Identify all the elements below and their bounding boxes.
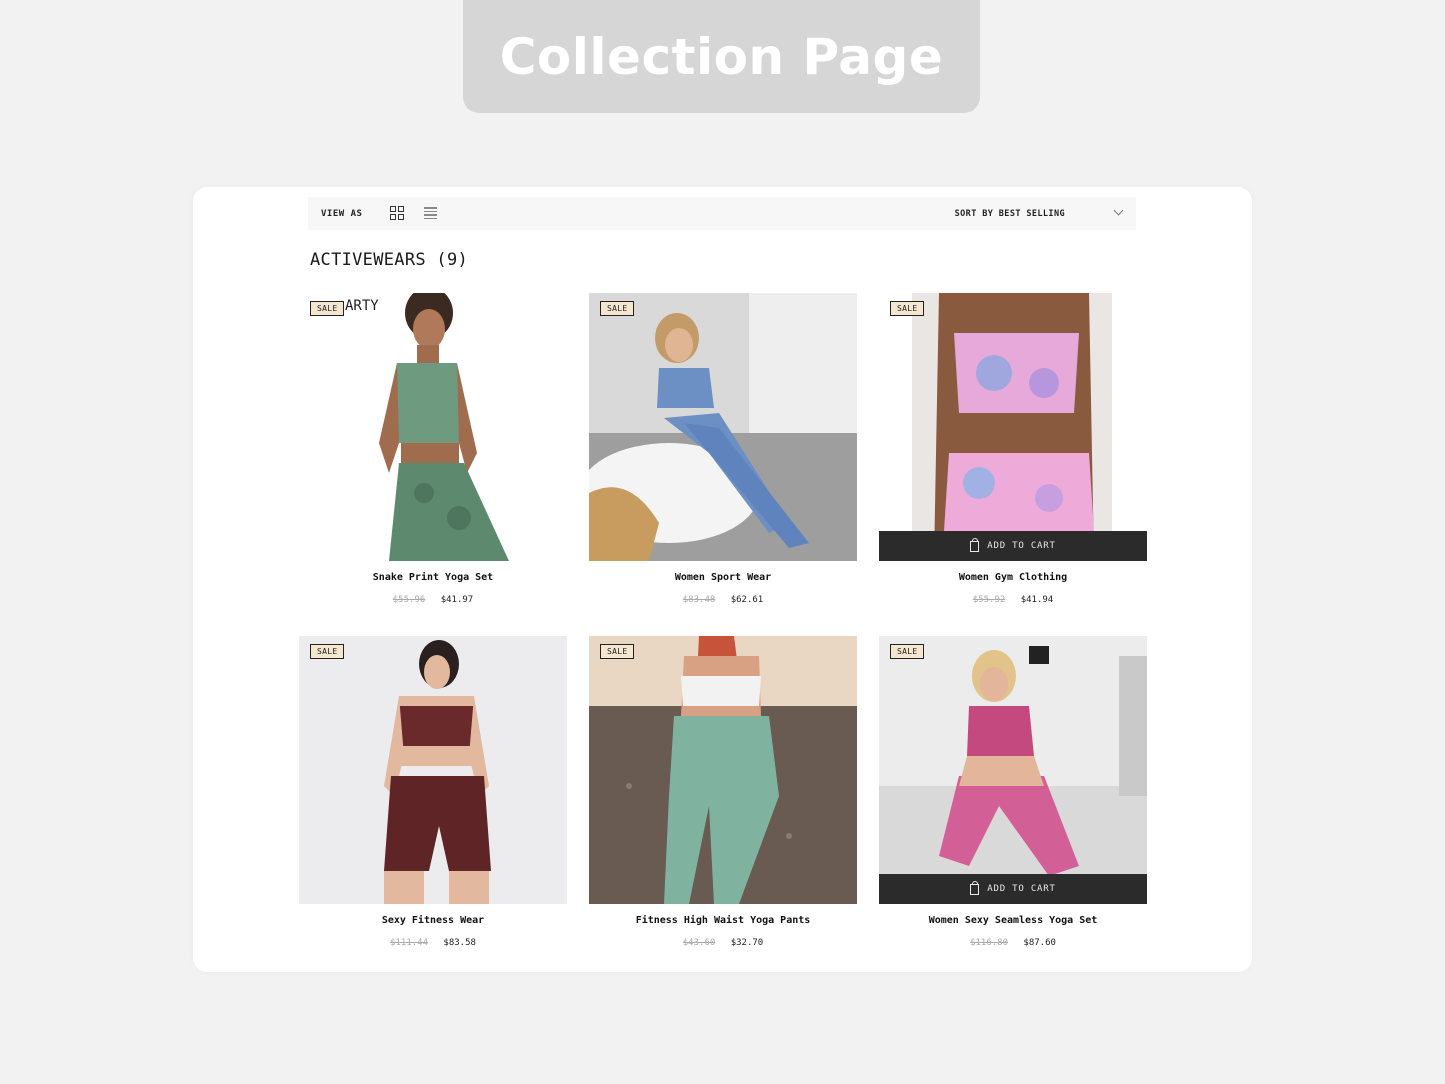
collection-title: ACTIVEWEARS (9) xyxy=(310,250,469,270)
product-photo xyxy=(879,293,1147,561)
sale-price: $62.61 xyxy=(730,595,764,605)
product-image[interactable]: SALE xyxy=(299,636,567,904)
overlap-text: ARTY xyxy=(345,298,379,314)
product-card[interactable]: SALE Sexy Fitness Wear $111.44 $83.58 xyxy=(299,636,567,948)
compare-at-price: $111.44 xyxy=(390,938,428,948)
price-row: $55.92 $41.94 xyxy=(879,595,1147,605)
product-name[interactable]: Sexy Fitness Wear xyxy=(299,915,567,926)
sale-badge: SALE xyxy=(890,301,925,316)
sale-price: $87.60 xyxy=(1023,938,1056,948)
sale-price: $32.70 xyxy=(730,938,764,948)
sale-badge: SALE xyxy=(310,644,345,659)
product-photo xyxy=(299,293,567,561)
collection-page-banner: Collection Page xyxy=(463,0,980,113)
chevron-down-icon[interactable] xyxy=(1113,205,1124,216)
sale-badge: SALE xyxy=(310,301,345,316)
product-name[interactable]: Snake Print Yoga Set xyxy=(299,572,567,583)
list-view-icon[interactable] xyxy=(424,207,437,219)
product-photo xyxy=(299,636,567,904)
add-to-cart-label: ADD TO CART xyxy=(987,541,1056,551)
product-image[interactable]: SALE ADD TO CART xyxy=(879,293,1147,561)
product-photo xyxy=(879,636,1147,904)
view-as-label: VIEW AS xyxy=(321,208,363,219)
product-card[interactable]: SALE Women Sport Wear $83.48 $62.61 xyxy=(589,293,857,605)
sale-price: $41.94 xyxy=(1020,595,1054,605)
sale-badge: SALE xyxy=(600,301,635,316)
sale-price: $83.58 xyxy=(443,938,476,948)
product-card[interactable]: SALE ADD TO CART Women Gym Clothing $55.… xyxy=(879,293,1147,605)
product-image[interactable]: ARTY SALE xyxy=(299,293,567,561)
compare-at-price: $55.92 xyxy=(972,595,1006,605)
shopping-bag-icon xyxy=(970,537,980,552)
compare-at-price: $83.48 xyxy=(682,595,716,605)
product-card[interactable]: SALE ADD TO CART Women Sexy Seamless Yog… xyxy=(879,636,1147,948)
compare-at-price: $55.96 xyxy=(392,595,426,605)
product-card[interactable]: ARTY SALE Snake Print Yoga Set $55.96 $4… xyxy=(299,293,567,605)
shopping-bag-icon xyxy=(970,880,980,895)
price-row: $111.44 $83.58 xyxy=(299,938,567,948)
price-row: $83.48 $62.61 xyxy=(589,595,857,605)
compare-at-price: $43.60 xyxy=(682,938,716,948)
product-photo xyxy=(589,293,857,561)
add-to-cart-button[interactable]: ADD TO CART xyxy=(879,874,1147,904)
sale-badge: SALE xyxy=(600,644,635,659)
price-row: $43.60 $32.70 xyxy=(589,938,857,948)
add-to-cart-label: ADD TO CART xyxy=(987,884,1056,894)
product-name[interactable]: Fitness High Waist Yoga Pants xyxy=(589,915,857,926)
sale-badge: SALE xyxy=(890,644,925,659)
product-card[interactable]: SALE Fitness High Waist Yoga Pants $43.6… xyxy=(589,636,857,948)
grid-view-icon[interactable] xyxy=(390,206,404,220)
product-name[interactable]: Women Gym Clothing xyxy=(879,572,1147,583)
sale-price: $41.97 xyxy=(440,595,474,605)
banner-title: Collection Page xyxy=(499,27,944,86)
product-image[interactable]: SALE xyxy=(589,293,857,561)
product-image[interactable]: SALE ADD TO CART xyxy=(879,636,1147,904)
product-name[interactable]: Women Sport Wear xyxy=(589,572,857,583)
add-to-cart-button[interactable]: ADD TO CART xyxy=(879,531,1147,561)
price-row: $116.80 $87.60 xyxy=(879,938,1147,948)
product-photo xyxy=(589,636,857,904)
price-row: $55.96 $41.97 xyxy=(299,595,567,605)
compare-at-price: $116.80 xyxy=(970,938,1008,948)
collection-toolbar: VIEW AS SORT BY BEST SELLING xyxy=(308,197,1136,230)
product-image[interactable]: SALE xyxy=(589,636,857,904)
sort-dropdown[interactable]: SORT BY BEST SELLING xyxy=(955,209,1065,219)
product-name[interactable]: Women Sexy Seamless Yoga Set xyxy=(879,915,1147,926)
